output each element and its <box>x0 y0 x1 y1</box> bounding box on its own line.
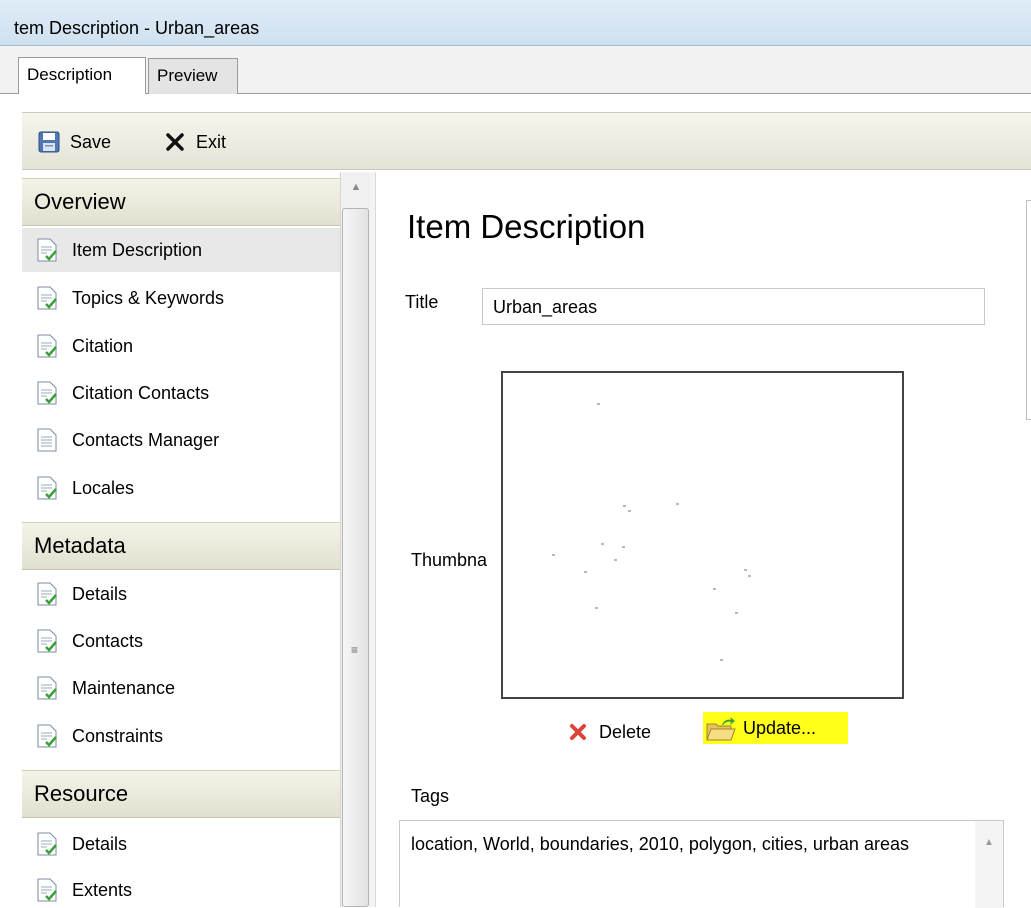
document-check-icon <box>37 832 57 856</box>
document-check-icon <box>37 238 57 262</box>
sidebar-item-label: Maintenance <box>72 678 176 698</box>
sidebar-item-label: Contacts Manager <box>72 430 220 450</box>
sidebar-item-resource-details[interactable]: Details <box>22 822 340 866</box>
title-input[interactable]: Urban_areas <box>482 288 985 325</box>
tags-value: location, World, boundaries, 2010, polyg… <box>411 834 909 854</box>
sidebar-item-citation[interactable]: Citation <box>22 324 340 368</box>
exit-button[interactable]: Exit <box>164 129 244 155</box>
sidebar-item-constraints[interactable]: Constraints <box>22 714 340 758</box>
scroll-up-arrow-icon[interactable]: ▲ <box>984 837 994 848</box>
sidebar-item-locales[interactable]: Locales <box>22 466 340 510</box>
document-check-icon <box>37 381 57 405</box>
title-label: Title <box>405 292 439 312</box>
sidebar-item-label: Locales <box>72 478 135 498</box>
sidebar: Overview Item Description Topics & Keywo… <box>22 172 340 907</box>
sidebar-item-label: Citation Contacts <box>72 383 210 403</box>
sidebar-item-label: Citation <box>72 336 134 356</box>
document-check-icon <box>37 286 57 310</box>
section-header-metadata[interactable]: Metadata <box>22 522 340 570</box>
sidebar-item-label: Extents <box>72 880 133 900</box>
update-label: Update... <box>743 718 817 738</box>
tags-label: Tags <box>411 786 450 806</box>
page-title: Item Description <box>407 208 646 245</box>
delete-label: Delete <box>599 722 652 742</box>
window-title-bar: tem Description - Urban_areas <box>0 0 1031 46</box>
document-check-icon <box>37 582 57 606</box>
save-icon <box>38 131 60 153</box>
scrollbar-thumb[interactable]: ≡ <box>342 208 369 907</box>
document-icon <box>37 428 57 452</box>
sidebar-item-label: Item Description <box>72 240 203 260</box>
sidebar-item-contacts[interactable]: Contacts <box>22 619 340 663</box>
grip-icon: ≡ <box>351 643 359 657</box>
sidebar-item-metadata-details[interactable]: Details <box>22 572 340 616</box>
document-check-icon <box>37 878 57 902</box>
sidebar-item-maintenance[interactable]: Maintenance <box>22 666 340 710</box>
sidebar-item-label: Topics & Keywords <box>72 288 225 308</box>
tab-preview[interactable]: Preview <box>148 58 238 94</box>
document-check-icon <box>37 676 57 700</box>
sidebar-item-label: Details <box>72 584 128 604</box>
folder-open-icon <box>706 717 736 741</box>
sidebar-item-label: Contacts <box>72 631 144 651</box>
document-check-icon <box>37 724 57 748</box>
document-check-icon <box>37 629 57 653</box>
exit-label: Exit <box>196 132 227 152</box>
document-check-icon <box>37 334 57 358</box>
window-title: tem Description - Urban_areas <box>14 18 260 38</box>
pane-splitter[interactable] <box>370 172 376 907</box>
tags-scrollbar[interactable]: ▲ <box>975 821 1003 908</box>
update-thumbnail-button[interactable]: Update... <box>703 712 848 744</box>
sidebar-item-label: Constraints <box>72 726 164 746</box>
sidebar-item-citation-contacts[interactable]: Citation Contacts <box>22 371 340 415</box>
save-label: Save <box>70 132 112 152</box>
thumbnail-label: Thumbna <box>411 550 488 570</box>
sidebar-item-label: Details <box>72 834 128 854</box>
thumbnail-image <box>501 371 904 699</box>
tab-description[interactable]: Description <box>18 57 146 94</box>
toolbar: Save Exit <box>22 112 1031 170</box>
sidebar-item-item-description[interactable]: Item Description <box>22 228 340 272</box>
tags-textarea[interactable]: location, World, boundaries, 2010, polyg… <box>399 820 1004 908</box>
delete-thumbnail-button[interactable]: Delete <box>567 718 687 746</box>
scroll-up-arrow-icon[interactable]: ▲ <box>341 172 371 206</box>
section-header-resource[interactable]: Resource <box>22 770 340 818</box>
document-check-icon <box>37 476 57 500</box>
sidebar-item-topics-keywords[interactable]: Topics & Keywords <box>22 276 340 320</box>
tab-strip: Description Preview <box>0 46 1031 94</box>
sidebar-scrollbar[interactable]: ▲ ≡ <box>340 172 370 907</box>
sidebar-item-contacts-manager[interactable]: Contacts Manager <box>22 418 340 462</box>
sidebar-item-extents[interactable]: Extents <box>22 868 340 907</box>
close-icon <box>166 133 184 151</box>
delete-x-icon <box>570 724 586 740</box>
save-button[interactable]: Save <box>38 129 130 155</box>
right-panel-edge <box>1026 200 1031 420</box>
section-header-overview[interactable]: Overview <box>22 178 340 226</box>
